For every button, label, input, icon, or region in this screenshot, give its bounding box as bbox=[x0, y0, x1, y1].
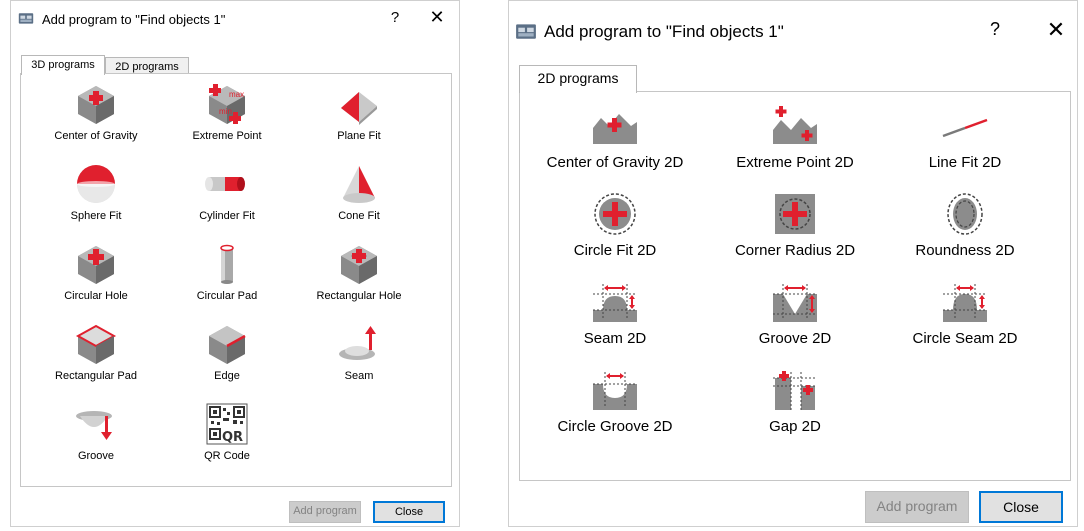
programs-panel: Center of Gravity max min Extreme Point … bbox=[20, 73, 452, 487]
program-label: Plane Fit bbox=[337, 130, 381, 142]
program-label: Rectangular Pad bbox=[55, 370, 137, 382]
program-label: Rectangular Hole bbox=[316, 290, 402, 302]
program-gap-2d[interactable]: Gap 2D bbox=[710, 368, 880, 435]
roundness-2d-icon bbox=[947, 193, 983, 235]
program-line-fit-2d[interactable]: Line Fit 2D bbox=[880, 104, 1050, 171]
seam-icon bbox=[339, 326, 376, 360]
tab-3d-programs[interactable]: 3D programs bbox=[21, 55, 105, 75]
program-circular-hole[interactable]: Circular Hole bbox=[31, 242, 161, 302]
program-cylinder-fit[interactable]: Cylinder Fit bbox=[162, 162, 292, 222]
icon-text-qr: QR bbox=[222, 430, 243, 445]
program-label: Circular Hole bbox=[64, 290, 128, 302]
program-label: Circle Groove 2D bbox=[557, 418, 673, 435]
tab-2d-programs[interactable]: 2D programs bbox=[519, 65, 637, 93]
add-program-dialog-3d: Add program to "Find objects 1" ? ✕ 3D p… bbox=[10, 0, 460, 527]
icon-text-min: min bbox=[219, 107, 232, 116]
rectangular-pad-icon bbox=[75, 324, 117, 364]
help-button[interactable]: ? bbox=[985, 19, 1005, 40]
program-label: Seam 2D bbox=[583, 330, 647, 347]
program-label: Line Fit 2D bbox=[928, 154, 1002, 171]
program-label: Extreme Point 2D bbox=[736, 154, 854, 171]
cylinder-fit-icon bbox=[205, 177, 245, 191]
program-center-of-gravity[interactable]: Center of Gravity bbox=[31, 82, 161, 142]
program-edge[interactable]: Edge bbox=[162, 322, 292, 382]
qr-code-icon: QR bbox=[206, 403, 248, 445]
circular-hole-icon bbox=[78, 246, 114, 284]
seam-2d-icon bbox=[593, 284, 637, 322]
program-label: QR Code bbox=[204, 450, 250, 462]
program-label: Circle Fit 2D bbox=[573, 242, 657, 259]
circular-pad-icon bbox=[220, 244, 234, 284]
program-extreme-point[interactable]: max min Extreme Point bbox=[162, 82, 292, 142]
groove-2d-icon bbox=[773, 284, 817, 322]
program-corner-radius-2d[interactable]: Corner Radius 2D bbox=[710, 192, 880, 259]
extreme-point-2d-icon bbox=[773, 106, 817, 144]
dialog-title: Add program to "Find objects 1" bbox=[42, 12, 226, 27]
app-icon bbox=[516, 24, 536, 39]
program-label: Edge bbox=[214, 370, 240, 382]
program-label: Cylinder Fit bbox=[199, 210, 255, 222]
program-label: Sphere Fit bbox=[70, 210, 122, 222]
program-circular-pad[interactable]: Circular Pad bbox=[162, 242, 292, 302]
title-bar: Add program to "Find objects 1" ? ✕ bbox=[11, 1, 459, 39]
title-bar: Add program to "Find objects 1" ? ✕ bbox=[509, 1, 1077, 42]
program-label: Center of Gravity 2D bbox=[546, 154, 684, 171]
gap-2d-icon bbox=[773, 371, 817, 410]
close-button[interactable]: Close bbox=[979, 491, 1063, 523]
line-fit-2d-icon bbox=[942, 118, 988, 138]
program-label: Groove bbox=[77, 450, 115, 462]
edge-icon bbox=[209, 326, 246, 364]
program-cone-fit[interactable]: Cone Fit bbox=[294, 162, 424, 222]
program-rectangular-pad[interactable]: Rectangular Pad bbox=[31, 322, 161, 382]
program-label: Roundness 2D bbox=[915, 242, 1015, 259]
program-qr-code[interactable]: QR QR Code bbox=[162, 402, 292, 462]
close-button[interactable]: Close bbox=[373, 501, 445, 523]
program-label: Center of Gravity bbox=[54, 130, 138, 142]
add-program-button[interactable]: Add program bbox=[289, 501, 361, 523]
program-groove-2d[interactable]: Groove 2D bbox=[710, 280, 880, 347]
extreme-point-icon: max min bbox=[209, 84, 245, 124]
program-label: Gap 2D bbox=[769, 418, 821, 435]
groove-icon bbox=[76, 411, 112, 440]
program-circle-fit-2d[interactable]: Circle Fit 2D bbox=[530, 192, 700, 259]
circle-seam-2d-icon bbox=[943, 284, 987, 322]
circle-fit-2d-icon bbox=[594, 193, 636, 235]
center-of-gravity-icon bbox=[78, 86, 114, 124]
sphere-fit-icon bbox=[77, 165, 115, 203]
corner-radius-2d-icon bbox=[775, 194, 815, 234]
program-seam-2d[interactable]: Seam 2D bbox=[530, 280, 700, 347]
programs-panel: Center of Gravity 2D Extreme Point 2D Li… bbox=[519, 91, 1071, 481]
plane-fit-icon bbox=[341, 92, 377, 125]
add-program-button[interactable]: Add program bbox=[865, 491, 969, 523]
close-window-button[interactable]: ✕ bbox=[426, 7, 448, 28]
program-seam[interactable]: Seam bbox=[294, 322, 424, 382]
circle-groove-2d-icon bbox=[593, 372, 637, 410]
icon-text-max: max bbox=[229, 90, 244, 99]
add-program-dialog-2d: Add program to "Find objects 1" ? ✕ 2D p… bbox=[508, 0, 1078, 527]
program-circle-seam-2d[interactable]: Circle Seam 2D bbox=[880, 280, 1050, 347]
program-plane-fit[interactable]: Plane Fit bbox=[294, 82, 424, 142]
program-roundness-2d[interactable]: Roundness 2D bbox=[880, 192, 1050, 259]
rectangular-hole-icon bbox=[341, 246, 377, 284]
program-label: Corner Radius 2D bbox=[734, 242, 856, 259]
cone-fit-icon bbox=[343, 166, 375, 203]
program-circle-groove-2d[interactable]: Circle Groove 2D bbox=[530, 368, 700, 435]
program-label: Circular Pad bbox=[196, 290, 258, 302]
program-label: Seam bbox=[344, 370, 374, 382]
program-label: Cone Fit bbox=[338, 210, 380, 222]
dialog-title: Add program to "Find objects 1" bbox=[544, 22, 784, 41]
program-label: Groove 2D bbox=[758, 330, 832, 347]
program-label: Circle Seam 2D bbox=[912, 330, 1018, 347]
program-rectangular-hole[interactable]: Rectangular Hole bbox=[294, 242, 424, 302]
program-extreme-point-2d[interactable]: Extreme Point 2D bbox=[710, 104, 880, 171]
program-sphere-fit[interactable]: Sphere Fit bbox=[31, 162, 161, 222]
help-button[interactable]: ? bbox=[386, 9, 404, 26]
close-window-button[interactable]: ✕ bbox=[1044, 17, 1068, 43]
center-of-gravity-2d-icon bbox=[593, 114, 637, 144]
program-groove[interactable]: Groove bbox=[31, 402, 161, 462]
app-icon bbox=[18, 13, 34, 24]
program-center-of-gravity-2d[interactable]: Center of Gravity 2D bbox=[530, 104, 700, 171]
program-label: Extreme Point bbox=[192, 130, 262, 142]
